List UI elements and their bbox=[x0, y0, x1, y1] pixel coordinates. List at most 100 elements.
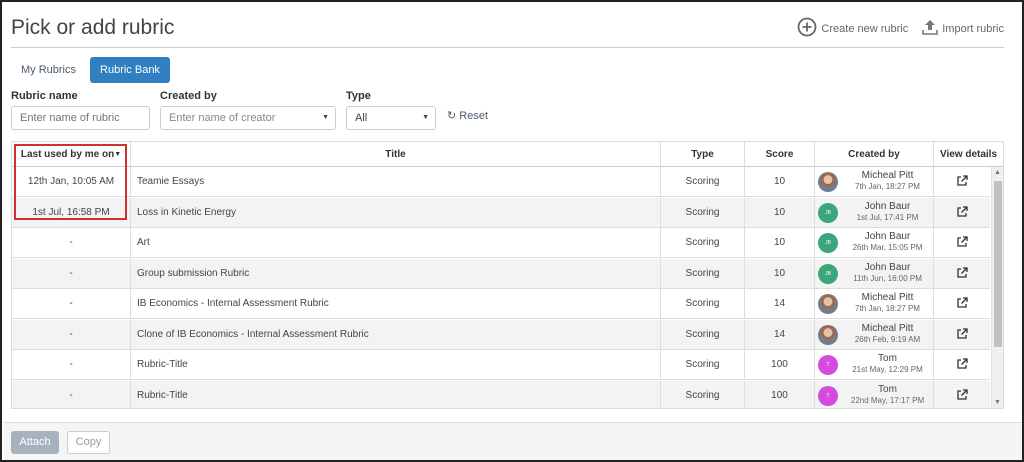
creator: Micheal Pitt 7th Jan, 18:27 PM bbox=[815, 291, 933, 317]
external-link-icon[interactable] bbox=[956, 206, 968, 218]
attach-button[interactable]: Attach bbox=[11, 431, 59, 454]
table-header: Last used by me on▼ Title Type Score Cre… bbox=[12, 142, 1003, 167]
view-details-cell bbox=[934, 259, 990, 289]
table-row[interactable]: 12th Jan, 10:05 AM Teamie Essays Scoring 10… bbox=[12, 167, 990, 197]
avatar bbox=[818, 324, 838, 345]
copy-button[interactable]: Copy bbox=[67, 431, 110, 454]
creator: JB John Baur 1st Jul, 17:41 PM bbox=[815, 200, 933, 226]
reset-label: Reset bbox=[459, 110, 489, 122]
table-row[interactable]: - Art Scoring 10 JB John Baur 26th Mar, 15:05 … bbox=[12, 228, 990, 258]
type-label: Type bbox=[346, 90, 371, 102]
score-cell: 10 bbox=[745, 197, 815, 228]
external-link-icon[interactable] bbox=[956, 267, 968, 279]
score-cell: 14 bbox=[745, 319, 815, 350]
column-header-view-details: View details bbox=[939, 149, 998, 160]
title-cell: Teamie Essays bbox=[131, 167, 661, 197]
score-cell: 10 bbox=[745, 258, 815, 289]
dialog-header: Pick or add rubric Create new rubric Imp… bbox=[11, 10, 1004, 48]
create-rubric-label: Create new rubric bbox=[821, 22, 909, 35]
creator-name: John Baur bbox=[864, 200, 911, 212]
column-header-score: Score bbox=[745, 142, 815, 167]
view-details-cell bbox=[934, 350, 990, 380]
type-value: All bbox=[355, 112, 368, 124]
table-row[interactable]: - Rubric-Title Scoring 100 T Tom 21st May, 12:… bbox=[12, 350, 990, 380]
table-row[interactable]: 1st Jul, 16:58 PM Loss in Kinetic Energy S… bbox=[12, 197, 990, 228]
external-link-icon[interactable] bbox=[956, 328, 968, 340]
created-date: 7th Jan, 18:27 PM bbox=[855, 182, 920, 191]
last-used-cell: - bbox=[12, 350, 131, 380]
tab-rubric-bank[interactable]: Rubric Bank bbox=[90, 57, 170, 83]
table-scrollbar[interactable]: ▲ ▼ bbox=[991, 167, 1003, 408]
header-actions: Create new rubric Import rubric bbox=[797, 17, 1004, 40]
view-details-cell bbox=[934, 198, 990, 228]
created-by-cell: JB John Baur 1st Jul, 17:41 PM bbox=[815, 197, 934, 228]
type-cell: Scoring bbox=[661, 258, 745, 289]
created-by-select[interactable]: Enter name of creator ▼ bbox=[160, 106, 336, 130]
scroll-up-icon[interactable]: ▲ bbox=[994, 169, 1001, 177]
rubric-name-input[interactable] bbox=[11, 106, 150, 130]
tab-my-rubrics[interactable]: My Rubrics bbox=[11, 57, 86, 83]
type-cell: Scoring bbox=[661, 167, 745, 197]
avatar bbox=[818, 172, 838, 192]
score-cell: 14 bbox=[745, 289, 815, 319]
column-header-last-used[interactable]: Last used by me on▼ bbox=[12, 142, 131, 167]
created-by-placeholder: Enter name of creator bbox=[169, 112, 276, 124]
last-used-cell: - bbox=[12, 289, 131, 319]
external-link-icon[interactable] bbox=[956, 236, 968, 248]
title-cell: IB Economics - Internal Assessment Rubri… bbox=[131, 289, 661, 319]
external-link-icon[interactable] bbox=[956, 175, 968, 187]
rubrics-table: Last used by me on▼ Title Type Score Cre… bbox=[11, 141, 1004, 409]
avatar: JB bbox=[818, 202, 838, 223]
column-header-type: Type bbox=[661, 142, 745, 167]
caret-down-icon: ▼ bbox=[422, 114, 429, 121]
title-cell: Rubric-Title bbox=[131, 380, 661, 408]
type-cell: Scoring bbox=[661, 197, 745, 228]
table-row[interactable]: - IB Economics - Internal Assessment Rubr… bbox=[12, 289, 990, 319]
view-details-cell bbox=[934, 167, 990, 197]
sort-desc-icon: ▼ bbox=[114, 151, 122, 158]
last-used-cell: - bbox=[12, 228, 131, 258]
type-cell: Scoring bbox=[661, 319, 745, 350]
creator-name: Tom bbox=[878, 383, 897, 395]
reset-button[interactable]: ↻ Reset bbox=[447, 109, 488, 122]
caret-down-icon: ▼ bbox=[322, 114, 329, 121]
last-used-cell: - bbox=[12, 319, 131, 350]
creator-name: Micheal Pitt bbox=[861, 322, 914, 334]
creator-name: Micheal Pitt bbox=[861, 170, 914, 181]
upload-icon bbox=[922, 19, 939, 38]
created-by-cell: T Tom 22nd May, 17:17 PM bbox=[815, 380, 934, 408]
reset-icon: ↻ bbox=[447, 110, 457, 122]
table-row[interactable]: - Group submission Rubric Scoring 10 JB John … bbox=[12, 258, 990, 289]
external-link-icon[interactable] bbox=[956, 297, 968, 309]
external-link-icon[interactable] bbox=[956, 389, 968, 401]
type-cell: Scoring bbox=[661, 380, 745, 408]
created-by-cell: Micheal Pitt 7th Jan, 18:27 PM bbox=[815, 167, 934, 197]
type-select[interactable]: All ▼ bbox=[346, 106, 436, 130]
view-details-cell bbox=[934, 320, 990, 350]
avatar: JB bbox=[818, 263, 838, 284]
creator-name: Tom bbox=[878, 353, 897, 364]
scroll-thumb[interactable] bbox=[994, 181, 1002, 347]
created-date: 26th Mar, 15:05 PM bbox=[852, 243, 923, 252]
rubric-name-label: Rubric name bbox=[11, 90, 78, 102]
rubric-picker-dialog: Pick or add rubric Create new rubric Imp… bbox=[0, 0, 1024, 462]
created-date: 21st May, 12:29 PM bbox=[852, 365, 923, 374]
import-rubric-button[interactable]: Import rubric bbox=[922, 19, 1004, 38]
filters: Rubric name Created by Enter name of cre… bbox=[11, 90, 511, 135]
create-rubric-button[interactable]: Create new rubric bbox=[797, 17, 908, 40]
last-used-cell: 12th Jan, 10:05 AM bbox=[12, 167, 131, 197]
table-row[interactable]: - Clone of IB Economics - Internal Assess… bbox=[12, 319, 990, 350]
score-cell: 100 bbox=[745, 350, 815, 380]
external-link-icon[interactable] bbox=[956, 358, 968, 370]
table-row[interactable]: - Rubric-Title Scoring 100 T Tom 22nd May, 17:… bbox=[12, 380, 990, 408]
creator: JB John Baur 11th Jun, 16:00 PM bbox=[815, 261, 933, 287]
creator: T Tom 21st May, 12:29 PM bbox=[815, 352, 933, 378]
avatar bbox=[818, 294, 838, 314]
title-cell: Loss in Kinetic Energy bbox=[131, 197, 661, 228]
type-cell: Scoring bbox=[661, 289, 745, 319]
avatar: T bbox=[818, 385, 838, 406]
creator-name: Micheal Pitt bbox=[861, 292, 914, 303]
scroll-down-icon[interactable]: ▼ bbox=[994, 399, 1001, 407]
page-title: Pick or add rubric bbox=[11, 16, 175, 39]
score-cell: 100 bbox=[745, 380, 815, 408]
